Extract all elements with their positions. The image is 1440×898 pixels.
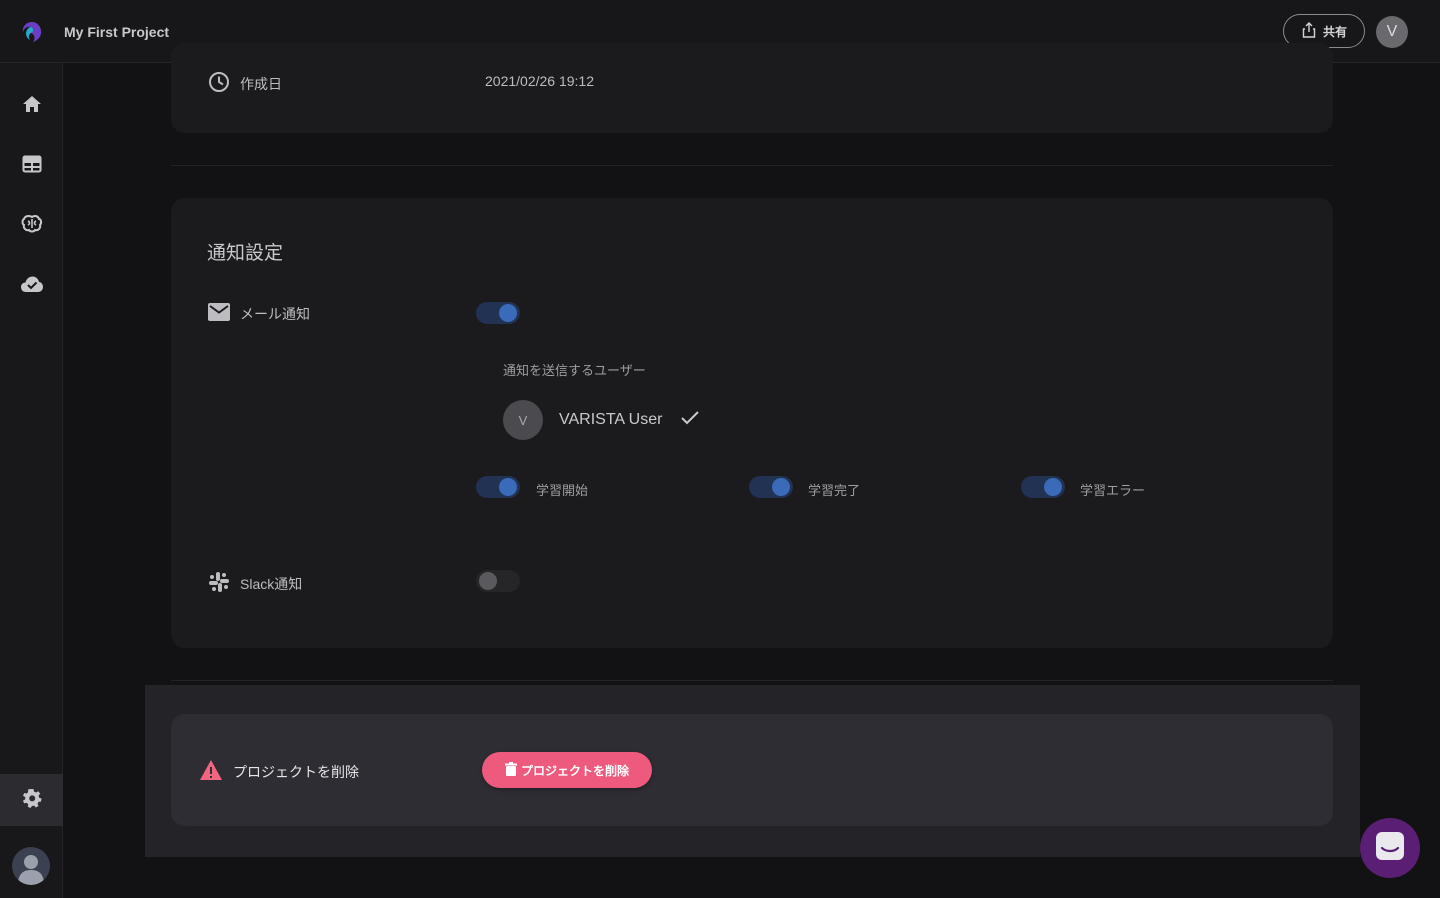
mail-icon [208, 303, 230, 324]
sidebar-item-brain[interactable] [0, 201, 63, 251]
sidebar-item-table[interactable] [0, 141, 63, 191]
home-icon [22, 94, 42, 119]
table-icon [22, 154, 42, 179]
delete-project-label: プロジェクトを削除 [233, 763, 359, 780]
clock-icon [208, 71, 230, 96]
created-date-label: 作成日 [240, 75, 282, 92]
training-start-label: 学習開始 [536, 483, 589, 498]
training-error-label: 学習エラー [1080, 483, 1146, 498]
recipient-item[interactable]: V VARISTA User [503, 400, 700, 440]
share-label: 共有 [1322, 24, 1347, 39]
divider [171, 165, 1333, 166]
delete-project-row: プロジェクトを削除 [199, 759, 359, 784]
training-complete-label: 学習完了 [808, 483, 861, 498]
training-complete-toggle[interactable] [749, 476, 793, 498]
toggle-knob [499, 478, 517, 496]
project-info-card: 作成日 2021/02/26 19:12 [171, 43, 1333, 133]
gear-icon [22, 788, 42, 813]
trash-icon [504, 761, 517, 779]
project-title[interactable]: My First Project [64, 24, 169, 40]
toggle-knob [499, 304, 517, 322]
sidebar-item-home[interactable] [0, 81, 63, 131]
training-error-toggle[interactable] [1021, 476, 1065, 498]
danger-zone: プロジェクトを削除 プロジェクトを削除 [145, 685, 1360, 857]
cloud-check-icon [20, 275, 44, 298]
recipient-name: VARISTA User [559, 411, 663, 428]
toggle-knob [772, 478, 790, 496]
share-icon [1301, 21, 1317, 41]
chat-support-button[interactable] [1360, 818, 1420, 878]
toggle-knob [1044, 478, 1062, 496]
notification-settings-title: 通知設定 [207, 243, 284, 264]
created-date-row: 作成日 [208, 71, 282, 96]
sidebar [0, 63, 63, 898]
notification-settings-card: 通知設定 メール通知 通知を送信するユーザー V VARISTA User 学習… [171, 198, 1333, 648]
divider [171, 680, 1333, 681]
warning-icon [199, 759, 223, 784]
brain-icon [21, 214, 43, 239]
chat-icon [1375, 831, 1405, 866]
mail-notification-row: メール通知 [208, 303, 310, 324]
check-icon [680, 410, 700, 431]
main-content: 作成日 2021/02/26 19:12 通知設定 メール通知 通知を送信するユ… [63, 43, 1440, 898]
slack-notification-label: Slack通知 [240, 575, 303, 592]
recipient-avatar: V [503, 400, 543, 440]
delete-project-card: プロジェクトを削除 プロジェクトを削除 [171, 714, 1333, 826]
created-date-value: 2021/02/26 19:12 [485, 73, 594, 89]
profile-avatar[interactable] [12, 847, 50, 885]
slack-notification-toggle[interactable] [476, 570, 520, 592]
toggle-knob [479, 572, 497, 590]
mail-notification-label: メール通知 [240, 305, 310, 322]
app-logo-icon[interactable] [20, 20, 44, 44]
recipients-heading: 通知を送信するユーザー [503, 363, 646, 378]
sidebar-item-deploy[interactable] [0, 261, 63, 311]
sidebar-item-settings[interactable] [0, 774, 63, 826]
training-start-toggle[interactable] [476, 476, 520, 498]
user-avatar[interactable]: V [1376, 16, 1408, 48]
slack-notification-row: Slack通知 [208, 571, 302, 596]
mail-notification-toggle[interactable] [476, 302, 520, 324]
delete-project-button-label: プロジェクトを削除 [520, 763, 629, 778]
delete-project-button[interactable]: プロジェクトを削除 [482, 752, 652, 788]
slack-icon [208, 571, 230, 596]
